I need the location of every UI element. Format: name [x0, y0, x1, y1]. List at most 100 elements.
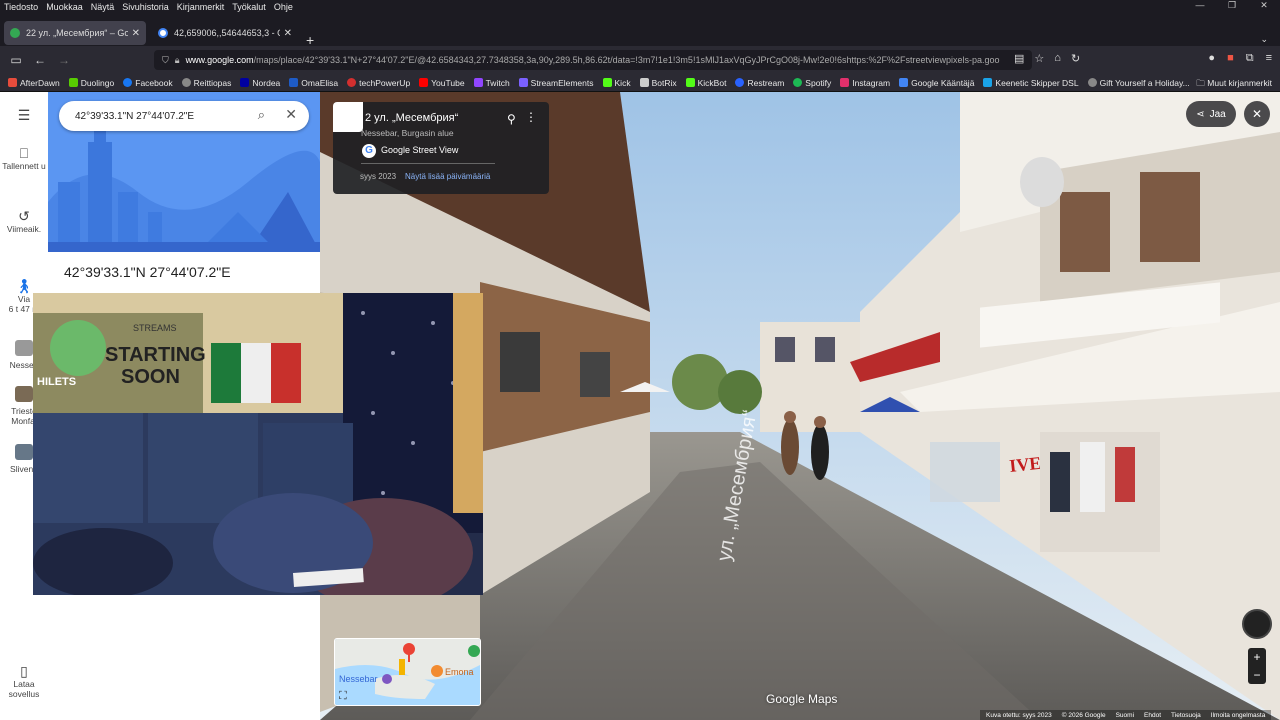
translate-icon: [899, 78, 909, 87]
bookmark-instagram[interactable]: Instagram: [840, 78, 890, 88]
keyboard-icon[interactable]: [333, 102, 363, 132]
google-maps-watermark: Google Maps: [766, 692, 838, 706]
place-thumb-icon: [15, 444, 33, 460]
bookmark-label: Twitch: [485, 77, 510, 88]
bookmark-youtube[interactable]: YouTube: [419, 78, 465, 88]
zoom-in-button[interactable]: +: [1248, 648, 1266, 666]
footer-copyright: © 2026 Google: [1061, 711, 1106, 719]
rail-recent[interactable]: ↺ Viimeaik.: [0, 209, 48, 234]
lock-icon[interactable]: 🔒︎: [175, 55, 180, 66]
kickbot-icon: [685, 78, 695, 87]
streamelements-icon: [518, 78, 528, 87]
bookmark-gift[interactable]: Gift Yourself a Holiday...: [1087, 78, 1190, 88]
walking-icon: 🚶︎: [15, 278, 33, 294]
menu-help[interactable]: Ohje: [274, 2, 293, 12]
bookmark-label: Duolingo: [80, 77, 115, 88]
bookmark-botrix[interactable]: BotRix: [639, 77, 677, 88]
place-thumb-icon: [15, 386, 33, 402]
search-box[interactable]: 42°39'33.1"N 27°44'07.2"E ⌕ ✕: [59, 101, 309, 131]
other-bookmarks[interactable]: 🗀︎ Muut kirjanmerkit: [1196, 78, 1272, 92]
info-subtitle: Nessebar, Burgasin alue: [361, 128, 454, 138]
more-dates-link[interactable]: Näytä lisää päivämääriä: [405, 172, 490, 181]
bookmark-label: Nordea: [252, 77, 281, 88]
adblock-icon[interactable]: ■: [1227, 52, 1234, 65]
bookmark-duolingo[interactable]: Duolingo: [68, 77, 115, 88]
close-window-icon[interactable]: ✕: [1248, 0, 1280, 14]
bookmark-kick[interactable]: Kick: [602, 78, 631, 88]
sidebar-toggle-icon[interactable]: ▭: [4, 53, 28, 67]
minimize-icon[interactable]: —: [1184, 0, 1216, 14]
bookmark-spotify[interactable]: Spotify: [793, 78, 831, 88]
bookmark-label: Facebook: [135, 77, 173, 88]
bookmark-keenetic[interactable]: Keenetic Skipper DSL: [983, 78, 1079, 88]
bookmark-nordea[interactable]: Nordea: [240, 78, 280, 88]
footer-report[interactable]: Ilmoita ongelmasta: [1211, 712, 1266, 719]
place-title: 42°39'33.1"N 27°44'07.2"E: [64, 264, 231, 280]
account-icon[interactable]: ●: [1208, 52, 1215, 65]
info-source: Google Street View: [381, 145, 459, 155]
mini-map[interactable]: Nessebar Emona ⛶: [334, 638, 481, 706]
bookmark-label: Spotify: [805, 77, 832, 88]
menu-bar: Tiedosto Muokkaa Näytä Sivuhistoria Kirj…: [0, 0, 1280, 14]
expand-map-icon[interactable]: ⛶: [339, 690, 347, 703]
bookmark-twitch[interactable]: Twitch: [473, 77, 510, 88]
location-pin-icon[interactable]: ⚲: [507, 112, 516, 126]
more-options-icon[interactable]: ⋮: [525, 110, 537, 124]
capture-date: syys 2023: [360, 172, 397, 181]
address-bar[interactable]: ⛉ 🔒︎ www.google.com /maps/place/42°39'33…: [154, 50, 1032, 70]
footer-capture-date: Kuva otettu: syys 2023: [986, 711, 1052, 719]
rail-saved[interactable]: ⎕ Tallennett u: [0, 145, 48, 171]
share-button[interactable]: ⋖ Jaa: [1186, 101, 1236, 127]
bookmark-kickbot[interactable]: KickBot: [685, 78, 726, 88]
footer-language[interactable]: Suomi: [1116, 712, 1134, 719]
list-tabs-icon[interactable]: ⌄: [1260, 34, 1268, 45]
reader-view-icon[interactable]: ▤: [1014, 52, 1024, 65]
menu-file[interactable]: Tiedosto: [4, 2, 38, 12]
bookmark-facebook[interactable]: Facebook: [123, 77, 173, 88]
youtube-icon: [419, 78, 429, 87]
hamburger-menu-icon[interactable]: ☰: [0, 108, 48, 123]
rail-recent-label: Viimeaik.: [6, 224, 42, 234]
bookmark-label: BotRix: [651, 77, 677, 88]
bookmark-restream[interactable]: Restream: [735, 78, 784, 88]
footer-terms[interactable]: Ehdot: [1144, 712, 1161, 719]
restore-icon[interactable]: ❐: [1216, 0, 1248, 14]
menu-view[interactable]: Näytä: [91, 2, 115, 12]
bookmark-omaelisa[interactable]: OmaElisa: [289, 78, 338, 88]
bookmark-icon: ⎕: [19, 145, 29, 161]
menu-tools[interactable]: Työkalut: [232, 2, 266, 12]
bookmark-techpowerup[interactable]: techPowerUp: [347, 78, 410, 88]
menu-edit[interactable]: Muokkaa: [46, 2, 83, 12]
tab-title: 42,659006,,54644653,3 - Googl: [174, 28, 280, 38]
home-icon[interactable]: ⌂: [1054, 52, 1061, 65]
bookmark-reittiopas[interactable]: Reittiopas: [181, 78, 231, 88]
bookmark-streamelements[interactable]: StreamElements: [518, 78, 594, 88]
rail-download-app[interactable]: ▯ Lataa sovellus: [0, 664, 48, 699]
close-tab-icon[interactable]: ✕: [132, 28, 140, 39]
footer-privacy[interactable]: Tietosuoja: [1171, 712, 1201, 719]
bookmark-star-icon[interactable]: ☆: [1034, 52, 1044, 65]
tab-google[interactable]: 42,659006,,54644653,3 - Googl ✕: [152, 21, 298, 45]
compass-icon[interactable]: [1242, 609, 1272, 639]
close-icon[interactable]: ✕: [285, 106, 297, 123]
back-icon[interactable]: ←: [28, 53, 52, 67]
extensions-icon[interactable]: ⧉: [1246, 52, 1254, 65]
search-icon[interactable]: ⌕: [258, 107, 265, 123]
zoom-out-button[interactable]: −: [1248, 666, 1266, 684]
bookmark-translate[interactable]: Google Kääntäjä: [899, 78, 974, 88]
reload-icon[interactable]: ↻: [1071, 52, 1080, 65]
twitch-icon: [473, 78, 483, 87]
menu-icon[interactable]: ≡: [1266, 52, 1272, 65]
tab-maps[interactable]: 22 ул. „Месембрия“ – Google M ✕: [4, 21, 146, 45]
menu-bookmarks[interactable]: Kirjanmerkit: [177, 2, 225, 12]
bookmark-label: AfterDawn: [20, 77, 60, 88]
poster-title-2: SOON: [121, 366, 180, 388]
close-tab-icon[interactable]: ✕: [284, 28, 292, 39]
tab-strip: 22 ул. „Месембрия“ – Google M ✕ 42,65900…: [0, 14, 1280, 48]
forward-icon[interactable]: →: [52, 53, 76, 67]
bookmark-afterdawn[interactable]: AfterDawn: [8, 78, 60, 88]
search-input[interactable]: 42°39'33.1"N 27°44'07.2"E: [75, 111, 194, 122]
menu-history[interactable]: Sivuhistoria: [122, 2, 169, 12]
shield-icon[interactable]: ⛉: [162, 55, 169, 66]
close-street-view-button[interactable]: ✕: [1244, 101, 1270, 127]
